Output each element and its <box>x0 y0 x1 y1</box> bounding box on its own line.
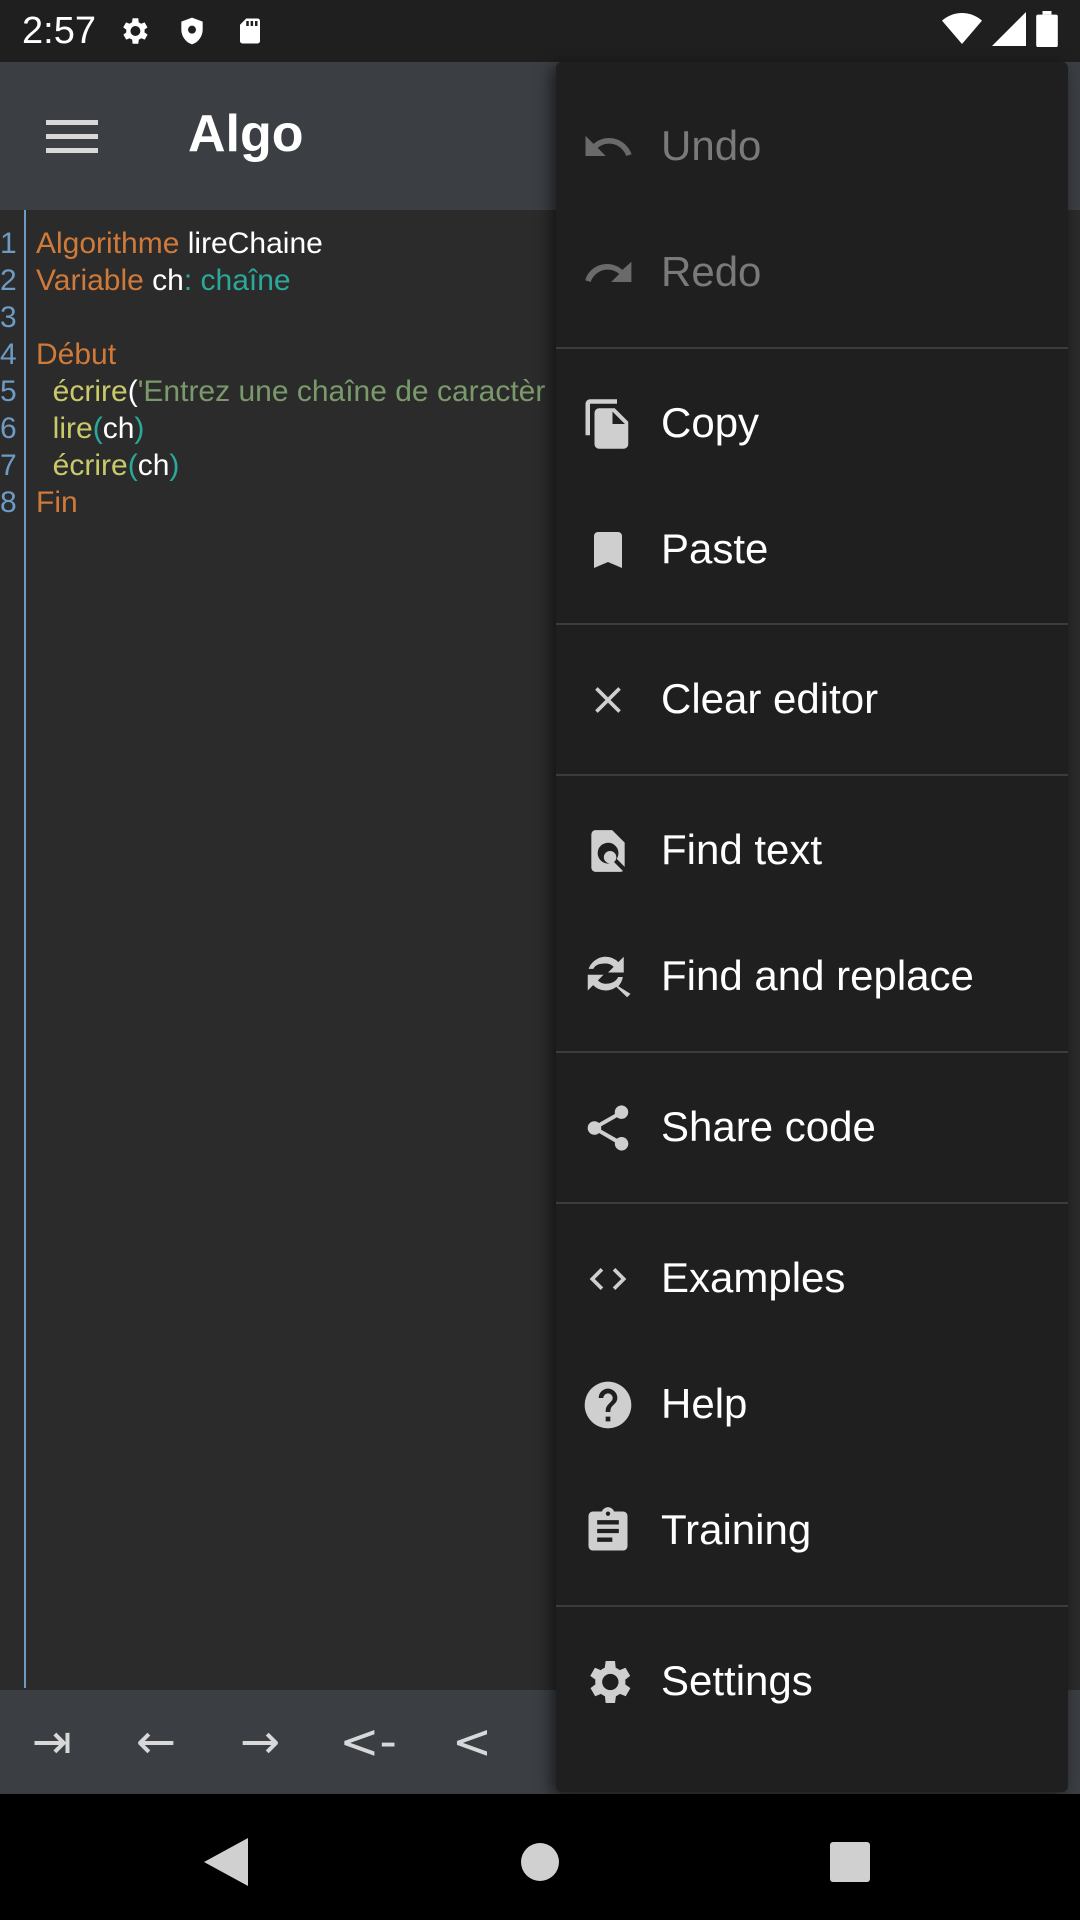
left-arrow-key-button[interactable]: ← <box>104 1690 208 1794</box>
right-arrow-key-button[interactable]: → <box>208 1690 312 1794</box>
back-button[interactable] <box>196 1832 256 1892</box>
hamburger-icon[interactable] <box>40 108 104 164</box>
code-token: ) <box>134 412 145 445</box>
code-token: lireChaine <box>179 227 323 260</box>
copy-icon <box>580 396 636 452</box>
menu-item-label: Paste <box>661 525 769 572</box>
help-icon <box>580 1377 636 1433</box>
menu-divider <box>556 347 1068 349</box>
share-icon <box>580 1100 636 1156</box>
line-number: 8 <box>0 486 17 519</box>
line-number: 7 <box>0 449 17 482</box>
shield-icon <box>172 11 212 51</box>
menu-item-label: Examples <box>661 1254 846 1301</box>
menu-item-label: Settings <box>661 1657 813 1704</box>
menu-item-find-and-replace[interactable]: Find and replace <box>556 914 1068 1040</box>
code-token: ch <box>137 449 170 482</box>
system-nav-bar <box>0 1794 1080 1920</box>
status-time: 2:57 <box>22 9 96 52</box>
code-token: Variable <box>36 264 144 297</box>
code-token: Début <box>36 338 117 371</box>
code-token: écrire <box>36 375 128 408</box>
line-number: 5 <box>0 375 17 408</box>
paste-icon <box>580 522 636 578</box>
line-number: 3 <box>0 301 17 334</box>
gutter-divider <box>24 210 26 1688</box>
menu-divider <box>556 1051 1068 1053</box>
close-icon <box>580 672 636 728</box>
settings-icon <box>580 1654 636 1710</box>
menu-item-share-code[interactable]: Share code <box>556 1065 1068 1191</box>
code-token: ( <box>127 375 138 408</box>
code-token: Algorithme <box>36 227 180 260</box>
code-token: Fin <box>36 486 78 519</box>
menu-item-paste[interactable]: Paste <box>556 487 1068 613</box>
menu-item-label: Find text <box>661 826 823 873</box>
code-token: écrire <box>36 449 128 482</box>
menu-item-label: Find and replace <box>661 952 974 999</box>
menu-item-redo[interactable]: Redo <box>556 210 1068 336</box>
menu-item-label: Clear editor <box>661 675 879 722</box>
signal-icon <box>992 12 1026 50</box>
clipboard-icon <box>580 1503 636 1559</box>
menu-divider <box>556 623 1068 625</box>
code-text: Fin <box>36 486 78 520</box>
wifi-icon <box>942 12 982 50</box>
status-bar: 2:57 <box>0 0 1080 62</box>
code-token: ch <box>143 264 184 297</box>
menu-item-label: Copy <box>661 399 760 446</box>
menu-item-training[interactable]: Training <box>556 1468 1068 1594</box>
battery-icon <box>1036 11 1058 51</box>
less-than-key-button[interactable]: < <box>424 1690 520 1794</box>
code-token: ) <box>169 449 180 482</box>
menu-divider <box>556 774 1068 776</box>
menu-item-undo[interactable]: Undo <box>556 84 1068 210</box>
line-number: 6 <box>0 412 17 445</box>
menu-item-examples[interactable]: Examples <box>556 1216 1068 1342</box>
menu-item-clear-editor[interactable]: Clear editor <box>556 637 1068 763</box>
menu-divider <box>556 1605 1068 1607</box>
sd-card-icon <box>230 11 270 51</box>
code-token: ( <box>92 412 103 445</box>
line-number: 4 <box>0 338 17 371</box>
menu-item-help[interactable]: Help <box>556 1342 1068 1468</box>
assign-key-button[interactable]: <- <box>312 1690 424 1794</box>
code-token: 'Entrez une chaîne de caractèr <box>137 375 546 408</box>
menu-item-copy[interactable]: Copy <box>556 361 1068 487</box>
code-icon <box>580 1251 636 1307</box>
gear-icon <box>114 11 154 51</box>
line-number: 1 <box>0 227 17 260</box>
redo-icon <box>580 245 636 301</box>
menu-item-label: Help <box>661 1380 748 1427</box>
overflow-menu: Undo Redo Copy Paste Clear editor Find t… <box>556 62 1068 1792</box>
code-text: Variable ch: chaîne <box>36 264 291 298</box>
code-token: lire <box>36 412 93 445</box>
find-text-icon <box>580 823 636 879</box>
code-text: écrire(ch) <box>36 449 180 483</box>
code-token: ( <box>127 449 138 482</box>
home-button[interactable] <box>510 1832 570 1892</box>
line-number: 2 <box>0 264 17 297</box>
recents-button[interactable] <box>820 1832 880 1892</box>
code-text: Algorithme lireChaine <box>36 227 323 261</box>
menu-divider <box>556 1202 1068 1204</box>
find-replace-icon <box>580 949 636 1005</box>
code-token: chaîne <box>200 264 291 297</box>
app-title: Algo <box>188 105 304 163</box>
undo-icon <box>580 119 636 175</box>
menu-item-label: Share code <box>661 1103 876 1150</box>
code-text: écrire('Entrez une chaîne de caractèr <box>36 375 546 409</box>
tab-key-button[interactable]: ⇥ <box>0 1690 104 1794</box>
code-token: ch <box>102 412 135 445</box>
menu-item-label: Undo <box>661 122 762 169</box>
code-text: lire(ch) <box>36 412 145 446</box>
menu-item-label: Redo <box>661 248 762 295</box>
code-token: : <box>183 264 201 297</box>
menu-item-find-text[interactable]: Find text <box>556 788 1068 914</box>
code-text: Début <box>36 338 116 372</box>
menu-item-settings[interactable]: Settings <box>556 1619 1068 1745</box>
menu-item-label: Training <box>661 1506 812 1553</box>
